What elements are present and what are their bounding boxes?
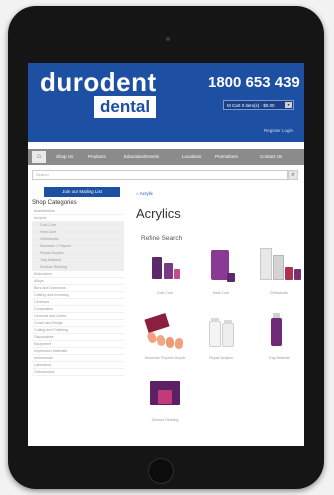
sidebar-item[interactable]: Cements and Liners — [32, 313, 124, 320]
product-card[interactable]: Cold Cure — [140, 248, 190, 296]
sidebar-item[interactable]: Burs and Diamonds — [32, 285, 124, 292]
sidebar-item[interactable]: Repair Acrylics — [32, 250, 124, 257]
product-card[interactable]: Repair Acrylics — [196, 313, 246, 361]
product-name[interactable]: Tray Material — [254, 356, 304, 361]
sidebar-item[interactable]: Articulators — [32, 271, 124, 278]
refine-search-label: Refine Search — [141, 235, 183, 242]
sidebar-item[interactable]: Heat Cure — [32, 229, 124, 236]
product-card[interactable]: Tray Material — [254, 313, 304, 361]
nav-item-education-events[interactable]: Education/Events — [124, 149, 159, 165]
home-button[interactable] — [148, 458, 174, 484]
nav-item-promotions[interactable]: Promotions — [215, 149, 238, 165]
sidebar-item[interactable]: Impression Materials — [32, 348, 124, 355]
product-name[interactable]: Heat Cure — [196, 291, 246, 296]
sidebar-item[interactable]: Casting and Investing — [32, 292, 124, 299]
product-image[interactable] — [196, 313, 246, 353]
product-image[interactable] — [196, 248, 246, 288]
chevron-down-icon: ▾ — [285, 102, 292, 108]
sidebar-item[interactable]: Instruments — [32, 355, 124, 362]
sidebar-item[interactable]: Laboratory — [32, 362, 124, 369]
cart-button[interactable]: M Cart 0 item(s) - $0.00 ▾ — [223, 100, 294, 110]
brand-logo-sub[interactable]: dental — [94, 96, 157, 118]
nav-item-contact-us[interactable]: Contact Us — [260, 149, 282, 165]
cart-label: M Cart 0 item(s) - $0.00 — [227, 103, 275, 108]
product-image[interactable] — [140, 312, 190, 353]
sidebar-item[interactable]: Cutting and Polishing — [32, 327, 124, 334]
sidebar-item[interactable]: Cold Cure — [32, 222, 124, 229]
sidebar-item[interactable]: Orthodontics — [32, 369, 124, 376]
product-name[interactable]: Repair Acrylics — [196, 356, 246, 361]
product-name[interactable]: Denture Relining — [140, 418, 190, 423]
home-icon[interactable]: ⌂ — [32, 151, 46, 163]
product-name[interactable]: Monomer Polymer Acrylic — [140, 356, 190, 361]
sidebar-item[interactable]: Acrylics — [32, 215, 124, 222]
sidebar-item[interactable]: Alloys — [32, 278, 124, 285]
sidebar: Shop Categories Anaesthetics Acrylics Cold… — [32, 199, 124, 376]
sidebar-title: Shop Categories — [32, 200, 77, 206]
phone-number: 1800 653 439 — [208, 74, 300, 91]
product-image[interactable] — [254, 248, 304, 288]
category-list: Anaesthetics Acrylics Cold Cure Heat Cure Or… — [32, 208, 124, 376]
account-links[interactable]: Register Login — [264, 128, 293, 133]
product-card[interactable]: Orthodontic — [254, 248, 304, 296]
camera-dot — [166, 37, 170, 41]
product-name[interactable]: Orthodontic — [254, 291, 304, 296]
sidebar-item[interactable]: Crown and Bridge — [32, 320, 124, 327]
brand-logo[interactable]: durodent — [40, 67, 157, 98]
sidebar-item[interactable]: Orthodontic — [32, 236, 124, 243]
product-image[interactable] — [254, 313, 304, 353]
mailing-list-button[interactable]: Join our Mailing List — [44, 187, 120, 197]
nav-item-locations[interactable]: Locations — [182, 149, 201, 165]
sidebar-item[interactable]: Anaesthetics — [32, 208, 124, 215]
sidebar-item[interactable]: Ceramics — [32, 299, 124, 306]
site-header: durodent dental 1800 653 439 M Cart 0 it… — [28, 63, 304, 142]
sidebar-item[interactable]: Monomer / Polymer — [32, 243, 124, 250]
tablet-frame: durodent dental 1800 653 439 M Cart 0 it… — [8, 6, 324, 489]
product-card[interactable]: Denture Relining — [140, 375, 190, 423]
nav-item-shop-us[interactable]: Shop Us — [56, 149, 73, 165]
search-input[interactable]: Search — [32, 170, 288, 180]
product-card[interactable]: Heat Cure — [196, 248, 246, 296]
product-card[interactable]: Monomer Polymer Acrylic — [140, 312, 190, 361]
nav-item-products[interactable]: Products — [88, 149, 106, 165]
sidebar-item[interactable]: Equipment — [32, 341, 124, 348]
product-image[interactable] — [140, 375, 190, 415]
product-image[interactable] — [140, 248, 190, 288]
search-icon[interactable]: ⌕ — [288, 170, 298, 180]
sidebar-item[interactable]: Tray Material — [32, 257, 124, 264]
sidebar-item[interactable]: Composites — [32, 306, 124, 313]
page-title: Acrylics — [136, 206, 181, 221]
main-nav: ⌂ Shop Us Products Education/Events Loca… — [28, 149, 304, 165]
product-name[interactable]: Cold Cure — [140, 291, 190, 296]
breadcrumb[interactable]: ⌂ Acrylic — [136, 191, 153, 196]
sidebar-item[interactable]: Disposables — [32, 334, 124, 341]
sidebar-item[interactable]: Denture Relining — [32, 264, 124, 271]
browser-screen: durodent dental 1800 653 439 M Cart 0 it… — [28, 63, 304, 446]
